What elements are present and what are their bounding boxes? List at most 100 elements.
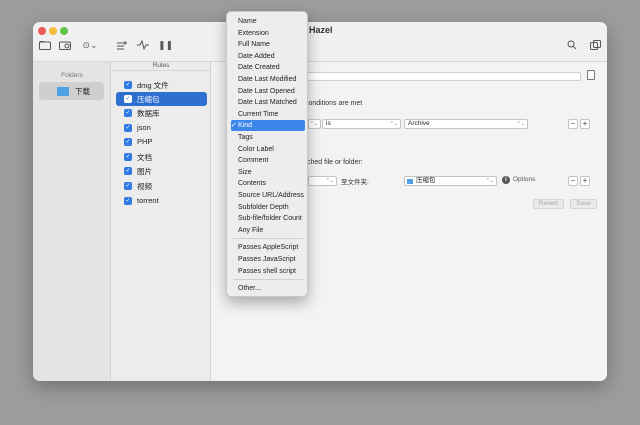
menu-item[interactable]: Source URL/Address (231, 190, 305, 201)
menu-item-label: Full Name (238, 41, 270, 49)
rule-label: 视频 (137, 182, 152, 191)
add-folder-icon[interactable] (39, 40, 51, 51)
menu-item[interactable]: Tags (231, 132, 305, 143)
add-rule-icon[interactable] (116, 40, 128, 51)
action-type-select[interactable]: ⌃⌄ (308, 176, 337, 186)
titlebar: Hazel ⊙⌄ ❚❚ (33, 22, 607, 62)
menu-item[interactable]: Contents (231, 178, 305, 189)
rule-label: 数据库 (137, 109, 160, 118)
rule-label: torrent (137, 196, 159, 205)
menu-item-label: Date Last Opened (238, 87, 295, 95)
menu-item-label: Date Last Modified (238, 76, 297, 83)
window-copy-icon[interactable] (589, 40, 601, 51)
rule-checkbox[interactable]: ✓ (124, 153, 132, 161)
rule-checkbox[interactable]: ✓ (124, 138, 132, 146)
menu-item-label: Any File (238, 226, 264, 234)
rule-checkbox[interactable]: ✓ (124, 95, 132, 103)
menu-item[interactable]: Sub-file/folder Count (231, 213, 305, 224)
revert-button[interactable]: Revert (533, 199, 564, 209)
menu-item-label: Tags (238, 134, 253, 141)
rule-checkbox[interactable]: ✓ (124, 109, 132, 117)
menu-item-label: Date Last Matched (238, 99, 297, 107)
sidebar-folder-downloads[interactable]: 下载 (39, 82, 104, 100)
menu-item[interactable]: Any File (231, 225, 305, 236)
folder-settings-icon[interactable] (59, 40, 71, 51)
remove-action-button[interactable]: − (568, 176, 578, 186)
rule-checkbox[interactable]: ✓ (124, 197, 132, 205)
menu-item[interactable]: Date Last Opened (231, 86, 305, 97)
minimize-window-button[interactable] (49, 27, 57, 35)
folder-icon (57, 87, 69, 96)
menu-item[interactable]: Date Last Modified (231, 74, 305, 85)
rule-checkbox[interactable]: ✓ (124, 167, 132, 175)
more-options-icon[interactable]: ⊙⌄ (82, 40, 98, 51)
menu-item-label: Color Label (238, 145, 274, 153)
rule-checkbox[interactable]: ✓ (124, 124, 132, 132)
rule-item[interactable]: ✓ dmg 文件 (116, 78, 207, 92)
rule-item[interactable]: ✓ 图片 (116, 164, 207, 178)
menu-item[interactable]: Passes shell script (231, 266, 305, 277)
pause-icon[interactable]: ❚❚ (158, 40, 173, 51)
rule-item[interactable]: ✓ PHP (116, 135, 207, 149)
menu-item[interactable]: Comment (231, 155, 305, 166)
menu-item[interactable]: Size (231, 167, 305, 178)
conditions-text: conditions are met (305, 100, 363, 107)
attribute-popup-menu: Name Extension Full Name Date Added Date Cre… (226, 11, 308, 297)
menu-item-label: Contents (238, 180, 267, 188)
menu-item[interactable]: Current Time (231, 109, 305, 120)
menu-item-label: Name (238, 18, 257, 25)
to-folder-label: 至文件夹: (341, 179, 369, 186)
menu-item-label: Date Added (238, 52, 275, 60)
rule-label: json (137, 123, 151, 132)
rule-name-field[interactable] (295, 72, 581, 81)
checkmark-icon: ✓ (231, 122, 237, 130)
rule-checkbox[interactable]: ✓ (124, 81, 132, 89)
options-button[interactable]: Options (513, 176, 535, 183)
menu-item-label: Date Created (238, 64, 280, 72)
remove-condition-button[interactable]: − (568, 119, 578, 129)
save-button[interactable]: Save (570, 199, 597, 209)
condition-value: Archive (408, 120, 430, 127)
folder-label: 下载 (75, 87, 90, 96)
menu-item[interactable]: ✓ Kind (231, 120, 305, 132)
menu-item-label: Passes shell script (238, 267, 296, 275)
rule-item[interactable]: ✓ 数据库 (116, 106, 207, 120)
document-icon[interactable] (587, 70, 595, 80)
condition-attribute-select[interactable]: ⌃⌄ (308, 119, 321, 129)
condition-operator-select[interactable]: is ⌃⌄ (322, 119, 401, 129)
menu-item-label: Sub-file/folder Count (238, 215, 302, 223)
menu-item[interactable]: Subfolder Depth (231, 202, 305, 213)
rule-item[interactable]: ✓ json (116, 121, 207, 135)
rule-item[interactable]: ✓ 视频 (116, 179, 207, 193)
zoom-window-button[interactable] (60, 27, 68, 35)
destination-folder-select[interactable]: 压缩包 ⌃⌄ (404, 176, 497, 186)
menu-item[interactable]: Passes JavaScript (231, 254, 305, 265)
rule-label: 图片 (137, 167, 152, 176)
rule-checkbox[interactable]: ✓ (124, 182, 132, 190)
menu-item[interactable]: Full Name (231, 39, 305, 50)
condition-operator-value: is (326, 120, 331, 127)
rules-header: Rules (111, 62, 211, 71)
menu-item-label: Current Time (238, 110, 279, 118)
rule-label: 压缩包 (137, 95, 160, 104)
menu-item[interactable]: Date Created (231, 62, 305, 73)
menu-item[interactable]: Name (231, 16, 305, 27)
condition-value-select[interactable]: Archive ⌃⌄ (404, 119, 528, 129)
menu-item[interactable]: Other... (231, 283, 305, 294)
menu-item[interactable]: Color Label (231, 144, 305, 155)
menu-item[interactable]: Date Last Matched (231, 97, 305, 108)
rule-item-selected[interactable]: ✓ 压缩包 (116, 92, 207, 106)
activity-icon[interactable] (137, 39, 149, 51)
rule-item[interactable]: ✓ torrent (116, 194, 207, 208)
menu-item[interactable]: Passes AppleScript (231, 242, 305, 253)
search-icon[interactable] (566, 40, 578, 51)
add-action-button[interactable]: + (580, 176, 590, 186)
rule-item[interactable]: ✓ 文档 (116, 150, 207, 164)
close-window-button[interactable] (38, 27, 46, 35)
menu-separator (233, 238, 303, 240)
info-icon[interactable]: i (502, 176, 510, 184)
add-condition-button[interactable]: + (580, 119, 590, 129)
folders-header: Folders (61, 72, 83, 79)
menu-item[interactable]: Extension (231, 28, 305, 39)
menu-item[interactable]: Date Added (231, 51, 305, 62)
